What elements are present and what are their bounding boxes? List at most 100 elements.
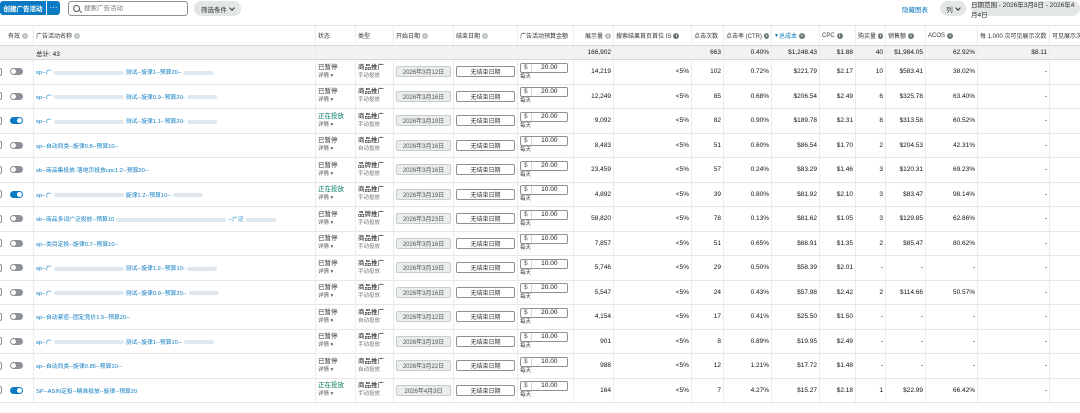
active-toggle[interactable] — [10, 239, 23, 247]
col-type[interactable]: 类型 — [356, 26, 394, 45]
row-checkbox[interactable] — [0, 190, 2, 199]
row-checkbox[interactable] — [0, 67, 2, 76]
budget-input[interactable]: $20.00 — [520, 111, 568, 122]
active-toggle[interactable] — [10, 117, 23, 125]
col-clicks[interactable]: 点击次数 — [692, 26, 724, 45]
end-date-field[interactable]: 无结束日期 — [456, 360, 515, 372]
row-checkbox[interactable] — [0, 312, 2, 321]
col-active[interactable]: 有效 i — [0, 26, 34, 45]
status-detail-link[interactable]: 详情 ▾ — [318, 219, 338, 227]
col-acos[interactable]: ACOS i — [926, 26, 978, 45]
row-checkbox[interactable] — [0, 116, 2, 125]
active-toggle[interactable] — [10, 386, 23, 394]
row-checkbox[interactable] — [0, 361, 2, 370]
col-ctr[interactable]: 点击率 (CTR) i — [724, 26, 772, 45]
end-date-field[interactable]: 无结束日期 — [456, 384, 515, 396]
campaign-name-link[interactable]: sp--广 测试--旋律0.9--预算20-- — [36, 288, 221, 297]
col-cpc[interactable]: CPC i — [820, 26, 856, 45]
create-campaign-button[interactable]: 创建广告活动 — [0, 1, 46, 15]
budget-input[interactable]: $10.00 — [520, 332, 568, 343]
col-spend[interactable]: ▼ 总成本 i — [772, 26, 820, 45]
active-toggle[interactable] — [10, 141, 23, 149]
status-detail-link[interactable]: 详情 ▾ — [318, 341, 338, 349]
budget-input[interactable]: $10.00 — [520, 381, 568, 392]
status-detail-link[interactable]: 详情 ▾ — [318, 96, 338, 104]
campaign-name-link[interactable]: sp--广 测试--旋律1.2--预算10- — [36, 263, 219, 272]
status-detail-link[interactable]: 详情 ▾ — [318, 366, 338, 374]
active-toggle[interactable] — [10, 288, 23, 296]
budget-input[interactable]: $20.00 — [520, 160, 568, 171]
row-checkbox[interactable] — [0, 263, 2, 272]
status-detail-link[interactable]: 详情 ▾ — [318, 170, 338, 178]
status-detail-link[interactable]: 详情 ▾ — [318, 317, 338, 325]
campaign-name-link[interactable]: sb--商品多词广泛投放--预算10 --广泛 — [36, 214, 278, 223]
end-date-field[interactable]: 无结束日期 — [456, 262, 515, 274]
budget-input[interactable]: $20.00 — [520, 307, 568, 318]
status-detail-link[interactable]: 详情 ▾ — [318, 121, 344, 129]
budget-input[interactable]: $10.00 — [520, 234, 568, 245]
col-impressions[interactable]: 展示量 i — [574, 26, 614, 45]
row-checkbox[interactable] — [0, 214, 2, 223]
active-toggle[interactable] — [10, 92, 23, 100]
search-box[interactable] — [68, 1, 188, 16]
campaign-name-link[interactable]: sp--类目定投--旋律0.7--预算10-- — [36, 239, 118, 248]
end-date-field[interactable]: 无结束日期 — [456, 90, 515, 102]
campaign-name-link[interactable]: sp--广 测试--旋律1.1--预算20- — [36, 116, 219, 125]
active-toggle[interactable] — [10, 362, 23, 370]
end-date-field[interactable]: 无结束日期 — [456, 311, 515, 323]
columns-button[interactable]: 列 — [940, 1, 966, 16]
col-name[interactable]: 广告活动名称 i — [34, 26, 316, 45]
status-detail-link[interactable]: 详情 ▾ — [318, 243, 338, 251]
active-toggle[interactable] — [10, 190, 23, 198]
active-toggle[interactable] — [10, 215, 23, 223]
campaign-name-link[interactable]: sb--商品集投放-落地页投放cpc1.2--预算20-- — [36, 165, 149, 174]
col-orders[interactable]: 购买量 i — [856, 26, 886, 45]
end-date-field[interactable]: 无结束日期 — [456, 66, 515, 78]
active-toggle[interactable] — [10, 313, 23, 321]
search-input[interactable] — [84, 5, 184, 12]
col-start-date[interactable]: 开始日期 i — [394, 26, 454, 45]
filter-button[interactable]: 筛选条件 — [194, 1, 241, 16]
campaign-name-link[interactable]: sp--广 测试--旋律1--预算20-- — [36, 67, 216, 76]
budget-input[interactable]: $10.00 — [520, 185, 568, 196]
col-vcpm[interactable]: 每 1,000 次可见展示次数 — [978, 26, 1050, 45]
campaign-name-link[interactable]: sp--广 测试--旋律1--预算10-- — [36, 337, 216, 346]
active-toggle[interactable] — [10, 166, 23, 174]
budget-input[interactable]: $10.00 — [520, 258, 568, 269]
budget-input[interactable]: $10.00 — [520, 356, 568, 367]
end-date-field[interactable]: 无结束日期 — [456, 213, 515, 225]
end-date-field[interactable]: 无结束日期 — [456, 164, 515, 176]
status-detail-link[interactable]: 详情 ▾ — [318, 292, 338, 300]
campaign-name-link[interactable]: sp--广 测试--旋律0.9--预算20- — [36, 92, 219, 101]
campaign-name-link[interactable]: sp--自动同类--旋律0.8--预算10-- — [36, 141, 118, 150]
end-date-field[interactable]: 无结束日期 — [456, 115, 515, 127]
status-detail-link[interactable]: 详情 ▾ — [318, 72, 338, 80]
status-detail-link[interactable]: 详情 ▾ — [318, 145, 338, 153]
row-checkbox[interactable] — [0, 239, 2, 248]
end-date-field[interactable]: 无结束日期 — [456, 139, 515, 151]
date-range-button[interactable]: 日期范围 - 2026年3月8日 - 2026年4月4日 — [971, 1, 1080, 19]
budget-input[interactable]: $10.00 — [520, 136, 568, 147]
row-checkbox[interactable] — [0, 386, 2, 395]
budget-input[interactable]: $20.00 — [520, 87, 568, 98]
row-checkbox[interactable] — [0, 337, 2, 346]
row-checkbox[interactable] — [0, 165, 2, 174]
end-date-field[interactable]: 无结束日期 — [456, 237, 515, 249]
col-sales[interactable]: 销售额 i — [886, 26, 926, 45]
budget-input[interactable]: $20.00 — [520, 283, 568, 294]
active-toggle[interactable] — [10, 68, 23, 76]
budget-input[interactable]: $10.00 — [520, 209, 568, 220]
status-detail-link[interactable]: 详情 ▾ — [318, 194, 344, 202]
row-checkbox[interactable] — [0, 288, 2, 297]
budget-input[interactable]: $20.00 — [520, 62, 568, 73]
campaign-name-link[interactable]: SP--ASIN定投--精准投放--旋律--预算20 — [36, 386, 137, 395]
col-status[interactable]: 状态 — [316, 26, 356, 45]
hide-chart-link[interactable]: 隐藏图表 — [902, 4, 928, 14]
row-checkbox[interactable] — [0, 92, 2, 101]
campaign-name-link[interactable]: sp--自动紧密--固定竞价1.5--预算20-- — [36, 312, 130, 321]
col-top-is[interactable]: 搜索结果首页首位 IS i — [614, 26, 692, 45]
active-toggle[interactable] — [10, 264, 23, 272]
campaign-name-link[interactable]: sp--广 旋律1.2--预算10-- — [36, 190, 205, 199]
col-end-date[interactable]: 结束日期 i — [454, 26, 518, 45]
row-checkbox[interactable] — [0, 141, 2, 150]
